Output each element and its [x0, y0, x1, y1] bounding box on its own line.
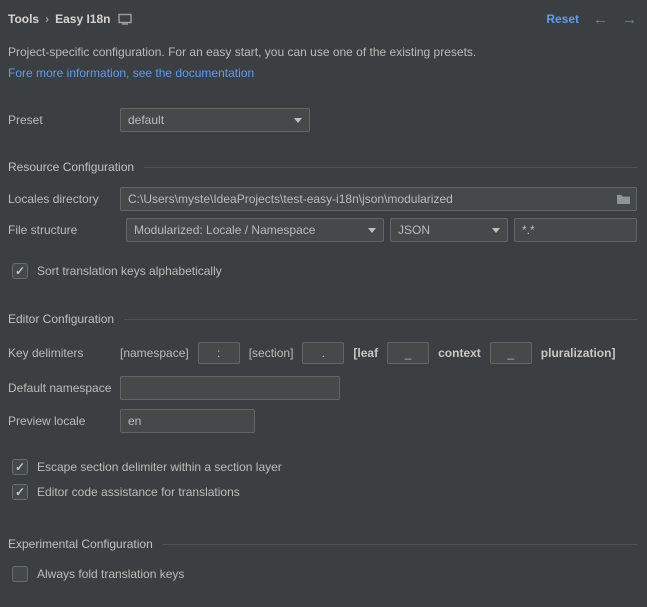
escape-section-checkbox[interactable]: ✓: [12, 459, 28, 475]
chevron-down-icon: [294, 118, 302, 123]
code-assistance-label: Editor code assistance for translations: [37, 485, 240, 499]
file-structure-label: File structure: [8, 223, 120, 237]
file-pattern-input[interactable]: [514, 218, 637, 242]
file-structure-dropdown-value: Modularized: Locale / Namespace: [134, 223, 315, 237]
easy-i18n-settings-page: Tools › Easy I18n Reset ← → Project-spec…: [0, 0, 647, 607]
file-format-dropdown[interactable]: JSON: [390, 218, 508, 242]
breadcrumb-separator-icon: ›: [45, 12, 49, 26]
context-token: context: [438, 346, 481, 360]
breadcrumb: Tools › Easy I18n: [8, 12, 132, 26]
preset-label: Preset: [8, 113, 120, 127]
preview-locale-field-wrap: [120, 409, 255, 433]
key-delimiters-label: Key delimiters: [8, 346, 120, 360]
preset-dropdown-value: default: [128, 113, 164, 127]
preset-dropdown[interactable]: default: [120, 108, 310, 132]
resource-section-title: Resource Configuration: [8, 160, 134, 174]
pluralization-token: pluralization]: [541, 346, 616, 360]
preview-locale-row: Preview locale: [8, 409, 637, 433]
code-assistance-checkbox[interactable]: ✓: [12, 484, 28, 500]
forward-arrow-icon[interactable]: →: [622, 12, 637, 27]
chevron-down-icon: [368, 228, 376, 233]
code-assistance-checkbox-row[interactable]: ✓ Editor code assistance for translation…: [12, 484, 637, 500]
locales-directory-input[interactable]: [120, 187, 637, 211]
escape-section-label: Escape section delimiter within a sectio…: [37, 460, 282, 474]
default-namespace-row: Default namespace: [8, 376, 637, 400]
namespace-token: [namespace]: [120, 346, 189, 360]
check-icon: ✓: [15, 461, 25, 473]
escape-section-checkbox-row[interactable]: ✓ Escape section delimiter within a sect…: [12, 459, 637, 475]
locales-directory-field-wrap: [120, 187, 637, 211]
leaf-token: [leaf: [353, 346, 378, 360]
editor-section-title: Editor Configuration: [8, 312, 114, 326]
sort-keys-checkbox-row[interactable]: ✓ Sort translation keys alphabetically: [12, 263, 637, 279]
header-actions: Reset ← →: [546, 12, 637, 27]
default-namespace-input[interactable]: [120, 376, 340, 400]
preview-locale-label: Preview locale: [8, 414, 120, 428]
sort-keys-checkbox[interactable]: ✓: [12, 263, 28, 279]
namespace-delimiter-input[interactable]: [198, 342, 240, 364]
editor-section-header: Editor Configuration: [8, 312, 637, 326]
folder-icon[interactable]: [616, 193, 631, 205]
section-divider: [144, 167, 637, 168]
default-namespace-field-wrap: [120, 376, 340, 400]
context-delimiter-input[interactable]: [387, 342, 429, 364]
preset-row: Preset default: [8, 108, 637, 132]
file-format-dropdown-value: JSON: [398, 223, 430, 237]
default-namespace-label: Default namespace: [8, 381, 120, 395]
back-arrow-icon[interactable]: ←: [593, 12, 608, 27]
key-delimiters-row: Key delimiters [namespace] [section] [le…: [8, 342, 637, 364]
fold-keys-checkbox-row[interactable]: ✓ Always fold translation keys: [12, 566, 637, 582]
resource-section-header: Resource Configuration: [8, 160, 637, 174]
sort-keys-label: Sort translation keys alphabetically: [37, 264, 222, 278]
locales-directory-label: Locales directory: [8, 192, 120, 206]
file-pattern-field-wrap: [514, 218, 637, 242]
experimental-section-title: Experimental Configuration: [8, 537, 153, 551]
preview-locale-input[interactable]: [120, 409, 255, 433]
fold-keys-label: Always fold translation keys: [37, 567, 184, 581]
monitor-icon: [118, 13, 132, 25]
section-divider: [163, 544, 637, 545]
reset-link[interactable]: Reset: [546, 12, 579, 26]
key-delimiters-controls: [namespace] [section] [leaf context plur…: [120, 342, 615, 364]
check-icon: ✓: [15, 486, 25, 498]
experimental-section-header: Experimental Configuration: [8, 537, 637, 551]
breadcrumb-tools[interactable]: Tools: [8, 12, 39, 26]
page-description: Project-specific configuration. For an e…: [8, 45, 637, 59]
section-delimiter-input[interactable]: [302, 342, 344, 364]
locales-directory-row: Locales directory: [8, 187, 637, 211]
file-structure-row: File structure Modularized: Locale / Nam…: [8, 218, 637, 242]
section-divider: [124, 319, 637, 320]
breadcrumb-easy-i18n: Easy I18n: [55, 12, 110, 26]
documentation-link[interactable]: Fore more information, see the documenta…: [8, 66, 637, 80]
file-structure-dropdown[interactable]: Modularized: Locale / Namespace: [126, 218, 384, 242]
section-token: [section]: [249, 346, 294, 360]
check-icon: ✓: [15, 265, 25, 277]
fold-keys-checkbox[interactable]: ✓: [12, 566, 28, 582]
chevron-down-icon: [492, 228, 500, 233]
plural-delimiter-input[interactable]: [490, 342, 532, 364]
header: Tools › Easy I18n Reset ← →: [8, 8, 637, 30]
